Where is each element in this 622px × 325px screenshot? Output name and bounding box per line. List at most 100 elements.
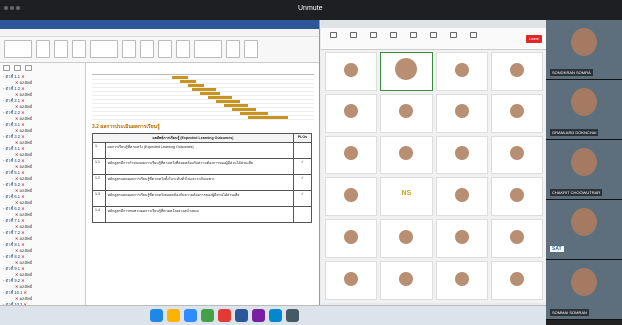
participant-tile[interactable] xyxy=(435,52,488,91)
ribbon-button[interactable] xyxy=(36,40,50,58)
nav-heading-label: - ตัวชี้ 4.2 xyxy=(3,158,21,163)
delete-mark-icon: ✕ xyxy=(15,140,19,145)
headings-icon[interactable] xyxy=(3,65,10,71)
share-icon xyxy=(409,31,417,38)
participant-tile[interactable] xyxy=(325,52,378,91)
participant-tile[interactable] xyxy=(325,135,378,175)
share-button[interactable] xyxy=(405,31,421,46)
record-icon xyxy=(429,31,437,38)
participant-tile[interactable] xyxy=(380,135,433,175)
participant-tile[interactable] xyxy=(435,177,488,217)
participant-tile[interactable] xyxy=(380,93,433,133)
ribbon-button[interactable] xyxy=(72,40,86,58)
speaker-tile[interactable]: GRANLARD DOKNCHAI xyxy=(546,80,622,140)
gantt-chart xyxy=(92,67,314,120)
word-ribbon xyxy=(0,37,319,63)
table-cell-text: ผลการเรียนรู้ที่คาดหวัง (Expected Learni… xyxy=(104,142,294,159)
unmute-button[interactable]: Unmute xyxy=(298,5,323,12)
table-cell-num: 1.2 xyxy=(92,174,106,191)
record-button[interactable] xyxy=(425,31,441,46)
speaker-tile[interactable]: SAT xyxy=(546,200,622,260)
nav-heading-label: ผลลัพธ์ xyxy=(19,164,33,169)
speaker-tile[interactable]: SOMMAI SOMRAN xyxy=(546,260,622,320)
participant-tile[interactable] xyxy=(380,219,433,259)
participant-tile[interactable] xyxy=(490,177,543,217)
nav-heading-label: - ตัวชี้ 6.1 xyxy=(3,194,21,199)
document-area: 3.2 ผลการประเมินผลการเรียนรู้ ผลลัพธ์การ… xyxy=(88,63,319,315)
delete-mark-icon: ✕ xyxy=(15,284,19,289)
leave-button[interactable]: Leave xyxy=(526,34,542,43)
participant-tile[interactable]: NS xyxy=(380,177,433,217)
ribbon-button[interactable] xyxy=(244,40,258,58)
folder-icon[interactable] xyxy=(167,309,180,322)
speaker-name: GRANLARD DOKNCHAI xyxy=(550,129,599,136)
participant-tile[interactable] xyxy=(490,261,543,300)
participant-tile[interactable] xyxy=(380,261,433,300)
nav-heading-label: ผลลัพธ์ xyxy=(19,212,33,217)
delete-mark-icon: ✕ xyxy=(15,188,19,193)
results-icon[interactable] xyxy=(25,65,32,71)
browser-icon[interactable] xyxy=(201,309,214,322)
ribbon-button[interactable] xyxy=(176,40,190,58)
ribbon-button[interactable] xyxy=(54,40,68,58)
app-icon[interactable] xyxy=(269,309,282,322)
nav-heading-label: ผลลัพธ์ xyxy=(19,116,33,121)
chat-button[interactable] xyxy=(385,31,401,46)
ribbon-button[interactable] xyxy=(194,40,222,58)
ribbon-button[interactable] xyxy=(4,40,32,58)
pages-icon[interactable] xyxy=(14,65,21,71)
participant-tile[interactable] xyxy=(325,93,378,133)
speaker-tile[interactable]: CHAKRIT CHOOWUTRAR xyxy=(546,140,622,200)
delete-mark-icon: ✕ xyxy=(21,278,25,283)
participants-button[interactable] xyxy=(365,31,381,46)
table-cell-check xyxy=(292,142,313,159)
taskbar xyxy=(0,305,546,325)
speaker-tile[interactable]: SONGKRAN SOMRA xyxy=(546,20,622,80)
table-cell-check xyxy=(292,206,313,223)
table-cell-num: 1.1 xyxy=(92,158,106,175)
speaker-video xyxy=(571,268,597,296)
participant-video xyxy=(344,271,359,286)
participant-tile[interactable] xyxy=(435,135,488,175)
window-controls[interactable] xyxy=(4,6,20,10)
ribbon-button[interactable] xyxy=(122,40,136,58)
view-button[interactable] xyxy=(465,31,481,46)
app-icon[interactable] xyxy=(286,309,299,322)
ribbon-button[interactable] xyxy=(226,40,240,58)
word-app-icon[interactable] xyxy=(235,309,248,322)
participant-tile[interactable] xyxy=(490,135,543,175)
table-header-plos: PLOs xyxy=(292,133,313,143)
nav-heading-label: ผลลัพธ์ xyxy=(19,260,33,265)
ribbon-button[interactable] xyxy=(90,40,118,58)
delete-mark-icon: ✕ xyxy=(21,74,25,79)
participant-tile[interactable] xyxy=(435,219,488,259)
nav-heading-label: - ตัวชี้ 5.2 xyxy=(3,182,21,187)
video-button[interactable] xyxy=(345,31,361,46)
ribbon-button[interactable] xyxy=(158,40,172,58)
participant-tile[interactable] xyxy=(490,52,543,91)
participant-tile[interactable] xyxy=(435,261,488,300)
participant-tile[interactable] xyxy=(435,93,488,133)
participant-tile[interactable] xyxy=(490,93,543,133)
delete-mark-icon: ✕ xyxy=(21,254,25,259)
mute-button[interactable] xyxy=(325,31,341,46)
start-icon[interactable] xyxy=(150,309,163,322)
participant-tile[interactable] xyxy=(380,52,433,91)
camera-icon xyxy=(349,31,357,38)
section-title: 3.2 ผลการประเมินผลการเรียนรู้ xyxy=(92,124,160,130)
nav-heading-label: - ตัวชี้ 1.2 xyxy=(3,86,21,91)
delete-mark-icon: ✕ xyxy=(15,92,19,97)
gantt-bar xyxy=(216,100,240,103)
participant-tile[interactable] xyxy=(325,219,378,259)
participant-tile[interactable] xyxy=(490,219,543,259)
ribbon-button[interactable] xyxy=(140,40,154,58)
zoom-app-icon[interactable] xyxy=(184,309,197,322)
speaker-name: CHAKRIT CHOOWUTRAR xyxy=(550,189,603,196)
participant-tile[interactable] xyxy=(325,261,378,300)
nav-heading-label: - ตัวชี้ 8.2 xyxy=(3,254,21,259)
delete-mark-icon: ✕ xyxy=(23,290,27,295)
reactions-button[interactable] xyxy=(445,31,461,46)
participant-tile[interactable] xyxy=(325,177,378,217)
app-icon[interactable] xyxy=(252,309,265,322)
app-icon[interactable] xyxy=(218,309,231,322)
